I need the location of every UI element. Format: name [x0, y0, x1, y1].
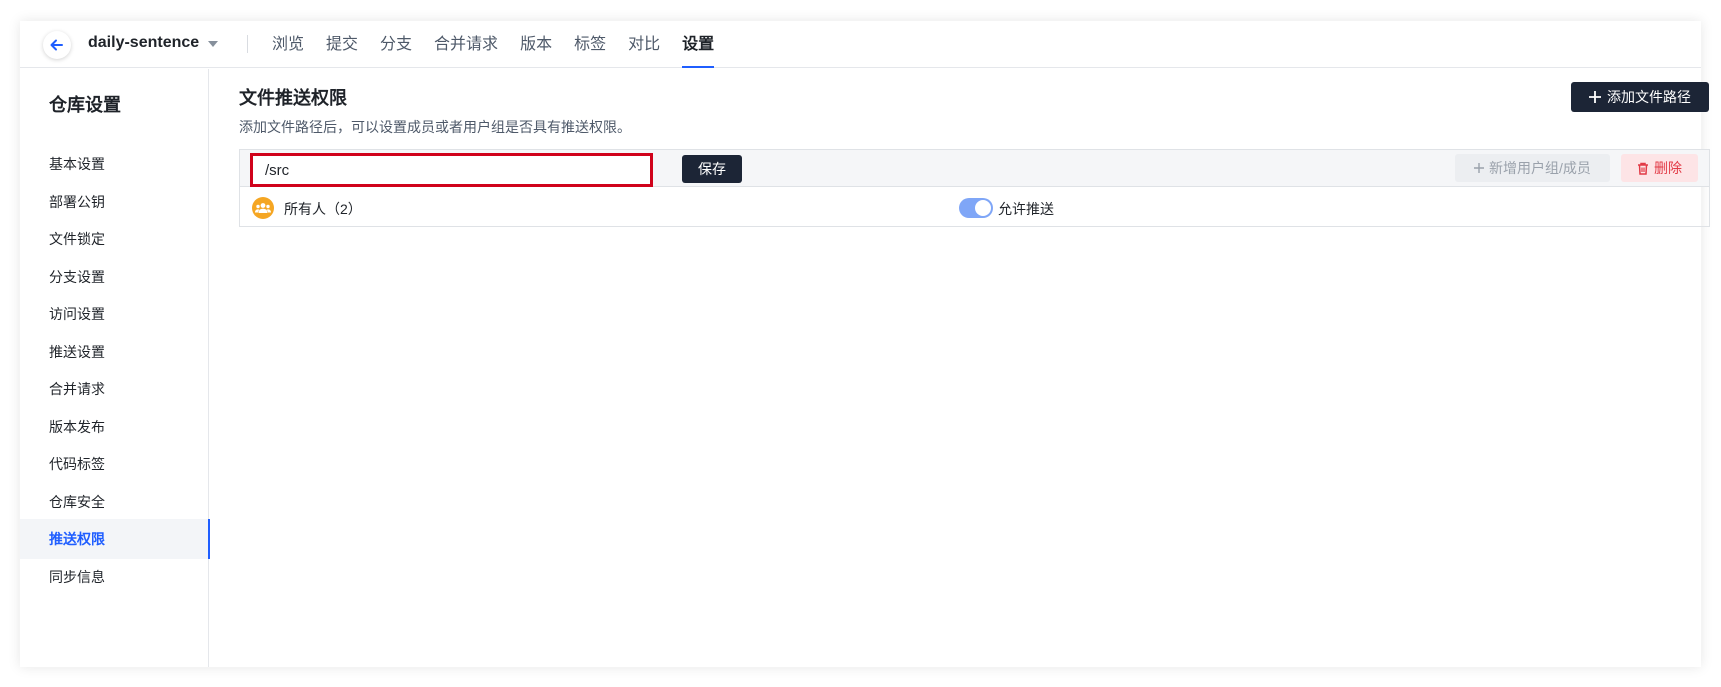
allow-push-toggle[interactable] [959, 198, 993, 218]
plus-icon [1589, 91, 1601, 103]
tab-releases[interactable]: 版本 [520, 21, 552, 68]
sidebar-item-basic[interactable]: 基本设置 [20, 144, 209, 184]
sidebar-item-code-tags[interactable]: 代码标签 [20, 444, 209, 484]
sidebar-item-push-permissions[interactable]: 推送权限 [20, 519, 210, 559]
path-rule-card: 保存 新增用户组/成员 删除 [239, 149, 1710, 227]
path-rule-header: 保存 新增用户组/成员 删除 [240, 150, 1709, 187]
sidebar-item-merge-requests[interactable]: 合并请求 [20, 369, 209, 409]
sidebar-item-releases[interactable]: 版本发布 [20, 407, 209, 447]
settings-sidebar: 仓库设置 基本设置 部署公钥 文件锁定 分支设置 访问设置 推送设置 合并请求 … [20, 69, 210, 667]
tab-compare[interactable]: 对比 [628, 21, 660, 68]
page-title: 文件推送权限 [239, 88, 347, 108]
tab-merge-requests[interactable]: 合并请求 [434, 21, 498, 68]
tab-settings[interactable]: 设置 [682, 21, 715, 68]
tab-tags[interactable]: 标签 [574, 21, 606, 68]
add-file-path-label: 添加文件路径 [1607, 89, 1691, 105]
group-name: 所有人（2） [284, 201, 362, 217]
nav-divider [247, 35, 248, 53]
sidebar-item-security[interactable]: 仓库安全 [20, 482, 209, 522]
delete-label: 删除 [1654, 160, 1682, 176]
sidebar-item-access[interactable]: 访问设置 [20, 294, 209, 334]
file-path-input[interactable] [250, 153, 653, 187]
save-button[interactable]: 保存 [682, 155, 742, 183]
top-navigation: daily-sentence 浏览 提交 分支 合并请求 版本 标签 对比 设置 [20, 21, 1701, 68]
add-file-path-button[interactable]: 添加文件路径 [1571, 82, 1709, 112]
plus-icon [1474, 163, 1485, 173]
tab-commits[interactable]: 提交 [326, 21, 358, 68]
nav-tabs: 浏览 提交 分支 合并请求 版本 标签 对比 设置 [272, 21, 736, 68]
add-group-member-label: 新增用户组/成员 [1489, 160, 1591, 176]
sidebar-item-file-lock[interactable]: 文件锁定 [20, 219, 209, 259]
sidebar-item-deploy-keys[interactable]: 部署公钥 [20, 182, 209, 222]
permission-row: 所有人（2） 允许推送 [240, 188, 1709, 227]
app-window: daily-sentence 浏览 提交 分支 合并请求 版本 标签 对比 设置… [20, 21, 1710, 667]
repo-name[interactable]: daily-sentence [88, 34, 199, 52]
caret-down-icon[interactable] [208, 41, 218, 47]
group-avatar [252, 197, 274, 219]
toggle-knob [975, 200, 991, 216]
add-group-member-button[interactable]: 新增用户组/成员 [1455, 154, 1610, 182]
tab-browse[interactable]: 浏览 [272, 21, 304, 68]
page-description: 添加文件路径后，可以设置成员或者用户组是否具有推送权限。 [239, 119, 631, 135]
trash-icon [1638, 162, 1648, 175]
sidebar-item-sync-info[interactable]: 同步信息 [20, 557, 209, 597]
users-group-icon [255, 203, 271, 213]
back-button[interactable] [43, 31, 71, 59]
arrow-left-icon [50, 39, 63, 51]
sidebar-title: 仓库设置 [49, 95, 121, 115]
sidebar-item-branch-settings[interactable]: 分支设置 [20, 257, 209, 297]
sidebar-item-push-settings[interactable]: 推送设置 [20, 332, 209, 372]
delete-button[interactable]: 删除 [1621, 154, 1698, 182]
allow-push-label: 允许推送 [998, 201, 1054, 217]
tab-branches[interactable]: 分支 [380, 21, 412, 68]
